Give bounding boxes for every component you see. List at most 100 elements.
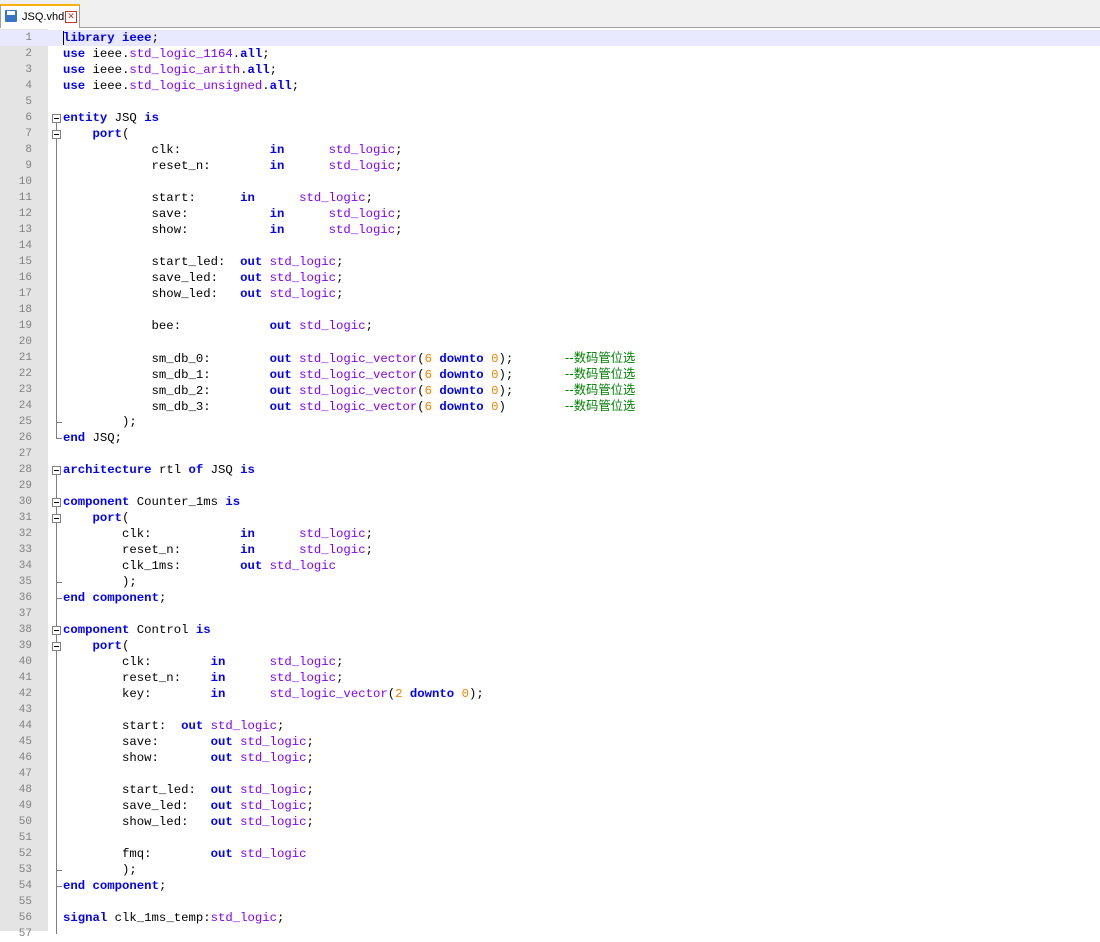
code-line[interactable]: 2 use ieee.std_logic_1164.all; bbox=[0, 46, 1100, 62]
code-line[interactable]: 17 show_led: out std_logic; bbox=[0, 286, 1100, 302]
code-keyword: in bbox=[240, 191, 255, 205]
code-line[interactable]: 32 clk: in std_logic; bbox=[0, 526, 1100, 542]
code-line[interactable]: 25 ); bbox=[0, 414, 1100, 430]
code-line[interactable]: 52 fmq: out std_logic bbox=[0, 846, 1100, 862]
code-text: reset_n: in std_logic; bbox=[63, 670, 343, 686]
code-line[interactable]: 44 start: out std_logic; bbox=[0, 718, 1100, 734]
code-line[interactable]: 28 architecture rtl of JSQ is bbox=[0, 462, 1100, 478]
code-line[interactable]: 16 save_led: out std_logic; bbox=[0, 270, 1100, 286]
code-line[interactable]: 57 bbox=[0, 926, 1100, 942]
code-text: start: out std_logic; bbox=[63, 718, 284, 734]
code-token: show: bbox=[63, 223, 270, 237]
code-line[interactable]: 14 bbox=[0, 238, 1100, 254]
code-line[interactable]: 15 start_led: out std_logic; bbox=[0, 254, 1100, 270]
code-line[interactable]: 6 entity JSQ is bbox=[0, 110, 1100, 126]
code-line[interactable]: 12 save: in std_logic; bbox=[0, 206, 1100, 222]
code-text: sm_db_2: out std_logic_vector(6 downto 0… bbox=[63, 382, 636, 399]
code-token: start: bbox=[63, 191, 241, 205]
code-keyword: port bbox=[92, 639, 123, 653]
code-line[interactable]: 9 reset_n: in std_logic; bbox=[0, 158, 1100, 174]
code-token: show_led: bbox=[63, 815, 211, 829]
code-text: fmq: out std_logic bbox=[63, 846, 307, 862]
code-text: reset_n: in std_logic; bbox=[63, 158, 403, 174]
code-text: ); bbox=[63, 574, 137, 590]
code-line[interactable]: 7 port( bbox=[0, 126, 1100, 142]
code-text: ); bbox=[63, 862, 137, 878]
code-line[interactable]: 40 clk: in std_logic; bbox=[0, 654, 1100, 670]
line-number: 24 bbox=[18, 400, 32, 412]
code-line[interactable]: 46 show: out std_logic; bbox=[0, 750, 1100, 766]
code-line[interactable]: 26 end JSQ; bbox=[0, 430, 1100, 446]
code-line[interactable]: 47 bbox=[0, 766, 1100, 782]
code-text: clk_1ms: out std_logic bbox=[63, 558, 336, 574]
code-line[interactable]: 48 start_led: out std_logic; bbox=[0, 782, 1100, 798]
code-line[interactable]: 22 sm_db_1: out std_logic_vector(6 downt… bbox=[0, 366, 1100, 382]
code-line[interactable]: 33 reset_n: in std_logic; bbox=[0, 542, 1100, 558]
code-token: ( bbox=[417, 400, 425, 414]
code-token: reset_n: bbox=[63, 671, 211, 685]
line-number: 36 bbox=[18, 592, 32, 604]
line-number: 37 bbox=[18, 608, 32, 620]
code-line[interactable]: 43 bbox=[0, 702, 1100, 718]
code-keyword: out bbox=[240, 255, 263, 269]
line-number: 19 bbox=[18, 320, 32, 332]
code-text: use ieee.std_logic_unsigned.all; bbox=[63, 78, 299, 94]
code-type: std_logic bbox=[328, 223, 396, 237]
code-line[interactable]: 36 end component; bbox=[0, 590, 1100, 606]
code-line[interactable]: 4 use ieee.std_logic_unsigned.all; bbox=[0, 78, 1100, 94]
line-number: 23 bbox=[18, 384, 32, 396]
code-token: start: bbox=[63, 719, 182, 733]
code-line[interactable]: 50 show_led: out std_logic; bbox=[0, 814, 1100, 830]
code-token: ); bbox=[63, 863, 137, 877]
code-line[interactable]: 31 port( bbox=[0, 510, 1100, 526]
code-line[interactable]: 23 sm_db_2: out std_logic_vector(6 downt… bbox=[0, 382, 1100, 398]
code-line[interactable]: 29 bbox=[0, 478, 1100, 494]
code-line[interactable]: 30 component Counter_1ms is bbox=[0, 494, 1100, 510]
code-line[interactable]: 19 bee: out std_logic; bbox=[0, 318, 1100, 334]
code-line[interactable]: 11 start: in std_logic; bbox=[0, 190, 1100, 206]
code-line[interactable]: 21 sm_db_0: out std_logic_vector(6 downt… bbox=[0, 350, 1100, 366]
code-editor[interactable]: 1 library ieee; 2 use ieee.std_logic_1164.a… bbox=[0, 30, 1100, 942]
code-line[interactable]: 38 component Control is bbox=[0, 622, 1100, 638]
code-type: std_logic bbox=[210, 719, 278, 733]
code-line[interactable]: 1 library ieee; bbox=[0, 30, 1100, 46]
code-line[interactable]: 45 save: out std_logic; bbox=[0, 734, 1100, 750]
code-line[interactable]: 34 clk_1ms: out std_logic bbox=[0, 558, 1100, 574]
code-line[interactable]: 35 ); bbox=[0, 574, 1100, 590]
code-line[interactable]: 49 save_led: out std_logic; bbox=[0, 798, 1100, 814]
code-line[interactable]: 24 sm_db_3: out std_logic_vector(6 downt… bbox=[0, 398, 1100, 414]
close-icon[interactable]: ✕ bbox=[65, 11, 77, 23]
code-line[interactable]: 42 key: in std_logic_vector(2 downto 0); bbox=[0, 686, 1100, 702]
line-number: 56 bbox=[18, 912, 32, 924]
text-caret bbox=[63, 31, 64, 45]
code-keyword: downto bbox=[439, 352, 484, 366]
code-keyword: entity bbox=[63, 111, 108, 125]
code-line[interactable]: 18 bbox=[0, 302, 1100, 318]
code-line[interactable]: 3 use ieee.std_logic_arith.all; bbox=[0, 62, 1100, 78]
code-text: end component; bbox=[63, 590, 166, 606]
code-line[interactable]: 5 bbox=[0, 94, 1100, 110]
line-number: 55 bbox=[18, 896, 32, 908]
code-line[interactable]: 27 bbox=[0, 446, 1100, 462]
code-line[interactable]: 54 end component; bbox=[0, 878, 1100, 894]
code-line[interactable]: 10 bbox=[0, 174, 1100, 190]
code-line[interactable]: 53 ); bbox=[0, 862, 1100, 878]
code-line[interactable]: 41 reset_n: in std_logic; bbox=[0, 670, 1100, 686]
code-line[interactable]: 51 bbox=[0, 830, 1100, 846]
code-line[interactable]: 56 signal clk_1ms_temp:std_logic; bbox=[0, 910, 1100, 926]
code-line[interactable]: 20 bbox=[0, 334, 1100, 350]
code-line[interactable]: 39 port( bbox=[0, 638, 1100, 654]
code-text: show: out std_logic; bbox=[63, 750, 314, 766]
tab-jsq-vhd[interactable]: JSQ.vhd ✕ bbox=[0, 4, 80, 28]
code-keyword: out bbox=[269, 352, 292, 366]
code-line[interactable]: 55 bbox=[0, 894, 1100, 910]
code-line[interactable]: 37 bbox=[0, 606, 1100, 622]
code-keyword: out bbox=[269, 368, 292, 382]
code-text: clk: in std_logic; bbox=[63, 142, 403, 158]
code-line[interactable]: 13 show: in std_logic; bbox=[0, 222, 1100, 238]
line-number: 51 bbox=[18, 832, 32, 844]
code-keyword: in bbox=[210, 687, 226, 701]
code-line[interactable]: 8 clk: in std_logic; bbox=[0, 142, 1100, 158]
